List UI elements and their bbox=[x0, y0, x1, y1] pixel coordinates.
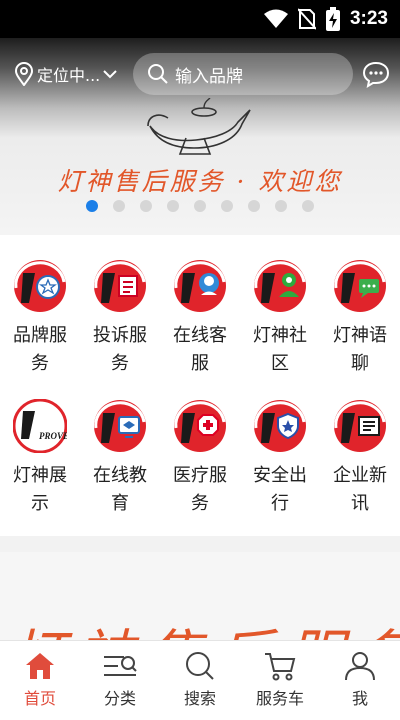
service-item-showcase[interactable]: PROVE 灯神展示 bbox=[0, 398, 80, 518]
bottom-nav: 首页 分类 搜索 服务车 我 bbox=[0, 640, 400, 720]
service-grid: 品牌服务 投诉服务 在线客服 灯神社区 灯神语聊 PROVE 灯神展示 在线教育… bbox=[0, 235, 400, 536]
tab-label: 分类 bbox=[103, 689, 136, 708]
svg-text:PROVE: PROVE bbox=[39, 431, 67, 441]
carousel-dot[interactable] bbox=[248, 200, 260, 212]
tab-label: 我 bbox=[351, 689, 368, 708]
location-selector[interactable]: 定位中... bbox=[14, 62, 117, 86]
carousel-indicator bbox=[86, 200, 314, 212]
service-item-community[interactable]: 灯神社区 bbox=[240, 259, 320, 378]
service-item-education[interactable]: 在线教育 bbox=[80, 399, 160, 518]
promo-banner[interactable]: 灯神售后服务 bbox=[0, 552, 400, 640]
star-circle-icon bbox=[14, 260, 66, 312]
prove-icon: PROVE bbox=[12, 398, 69, 454]
banner-title: 灯神售后服务 · 欢迎您 bbox=[57, 167, 343, 196]
carousel-dot[interactable] bbox=[302, 200, 314, 212]
customer-service-icon bbox=[174, 260, 226, 312]
complaint-icon bbox=[94, 260, 146, 312]
message-icon[interactable] bbox=[362, 60, 390, 88]
category-icon bbox=[104, 656, 137, 676]
location-pin-icon bbox=[14, 62, 34, 86]
tab-search[interactable]: 搜索 bbox=[160, 641, 240, 720]
service-label: 企业新讯 bbox=[333, 465, 387, 514]
tab-category[interactable]: 分类 bbox=[80, 641, 160, 720]
carousel-dot[interactable] bbox=[221, 200, 233, 212]
chat-icon bbox=[334, 260, 386, 312]
carousel-dot[interactable] bbox=[167, 200, 179, 212]
carousel-dot[interactable] bbox=[275, 200, 287, 212]
tab-label: 服务车 bbox=[255, 689, 304, 708]
service-label: 在线客服 bbox=[173, 325, 227, 374]
carousel-dot[interactable] bbox=[140, 200, 152, 212]
location-label: 定位中... bbox=[37, 66, 101, 85]
shield-star-icon bbox=[254, 400, 306, 452]
tab-label: 首页 bbox=[23, 689, 56, 708]
promo-banner-text: 灯神售后服务 bbox=[6, 610, 400, 640]
news-icon bbox=[334, 400, 386, 452]
service-item-complaint[interactable]: 投诉服务 bbox=[80, 259, 160, 378]
tab-service-cart[interactable]: 服务车 bbox=[240, 641, 320, 720]
service-item-voice-chat[interactable]: 灯神语聊 bbox=[320, 259, 400, 378]
service-item-safe-travel[interactable]: 安全出行 bbox=[240, 399, 320, 518]
service-item-online-cs[interactable]: 在线客服 bbox=[160, 259, 240, 378]
service-item-brand[interactable]: 品牌服务 bbox=[0, 259, 80, 378]
education-icon bbox=[94, 400, 146, 452]
tab-home[interactable]: 首页 bbox=[0, 641, 80, 720]
community-icon bbox=[254, 260, 306, 312]
service-label: 灯神语聊 bbox=[333, 325, 387, 374]
service-label: 安全出行 bbox=[253, 465, 307, 514]
service-label: 品牌服务 bbox=[13, 325, 67, 374]
tab-me[interactable]: 我 bbox=[320, 641, 400, 720]
service-label: 在线教育 bbox=[93, 465, 147, 514]
service-item-medical[interactable]: 医疗服务 bbox=[160, 399, 240, 518]
status-time: 3:23 bbox=[349, 8, 388, 29]
search-placeholder: 输入品牌 bbox=[175, 66, 243, 87]
home-icon bbox=[26, 653, 54, 679]
battery-charging-icon bbox=[325, 7, 340, 31]
service-label: 灯神社区 bbox=[253, 325, 307, 374]
service-label: 投诉服务 bbox=[93, 325, 147, 374]
user-icon bbox=[345, 652, 375, 681]
search-input[interactable]: 输入品牌 bbox=[133, 53, 353, 95]
service-label: 医疗服务 bbox=[173, 465, 227, 514]
service-item-news[interactable]: 企业新讯 bbox=[320, 399, 400, 518]
search-icon bbox=[186, 652, 214, 680]
carousel-dot[interactable] bbox=[86, 200, 98, 212]
chevron-down-icon bbox=[103, 70, 117, 79]
wifi-icon bbox=[263, 9, 288, 28]
carousel-dot[interactable] bbox=[113, 200, 125, 212]
medical-icon bbox=[174, 400, 226, 452]
service-label: 灯神展示 bbox=[13, 465, 67, 514]
no-sim-icon bbox=[297, 8, 316, 30]
carousel-dot[interactable] bbox=[194, 200, 206, 212]
status-bar: 3:23 bbox=[0, 0, 400, 38]
magic-lamp-icon bbox=[147, 98, 251, 155]
search-icon bbox=[148, 64, 168, 84]
cart-icon bbox=[265, 653, 296, 681]
tab-label: 搜索 bbox=[183, 689, 216, 708]
